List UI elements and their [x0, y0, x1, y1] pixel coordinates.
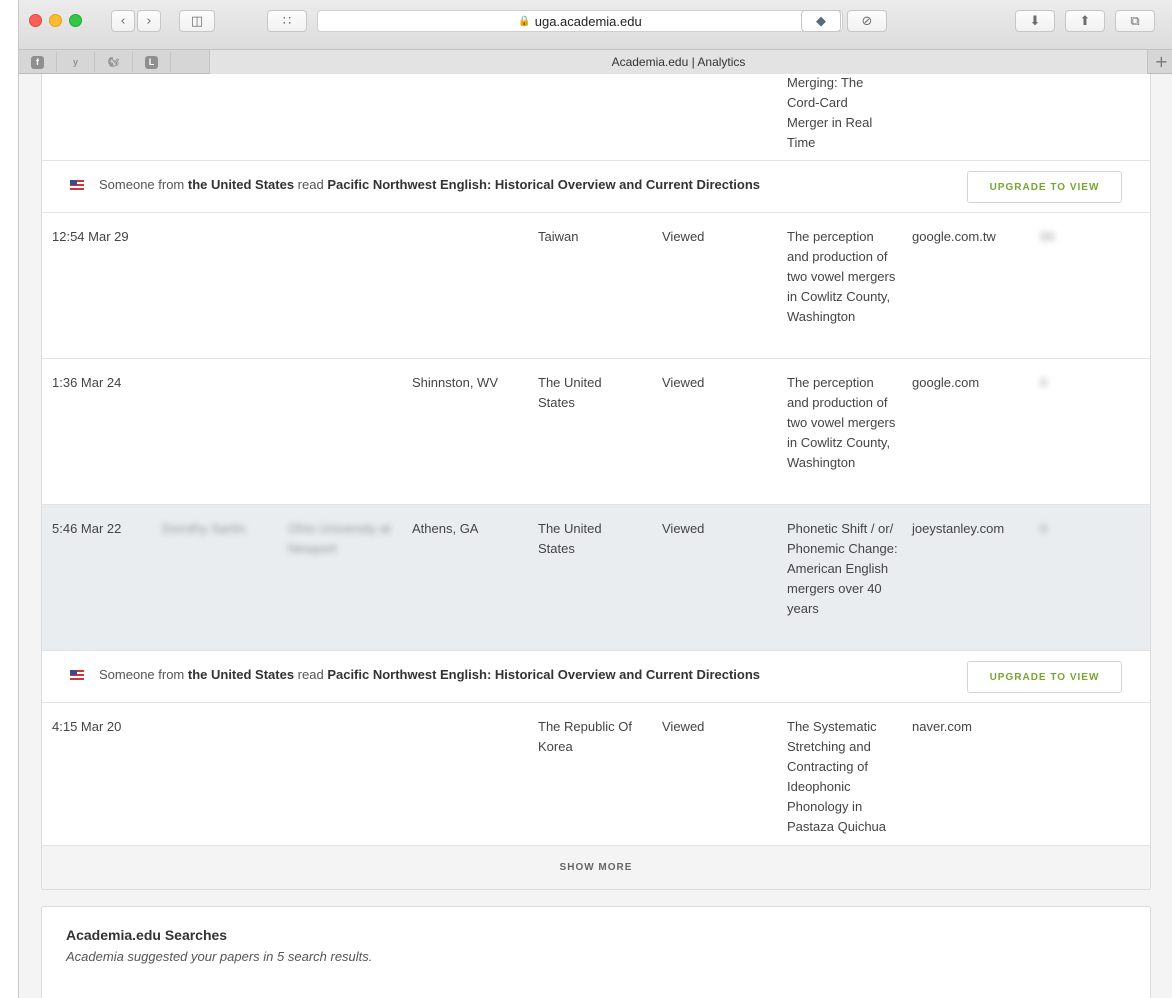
notice-mid: read	[294, 667, 328, 682]
tabs-icon: ⧉	[1130, 13, 1140, 29]
paper-title-line: Merging: The	[787, 75, 864, 90]
country-cell: The United States	[538, 521, 602, 556]
share-button[interactable]: ⬆	[1065, 10, 1105, 32]
minimize-window-button[interactable]	[49, 14, 62, 27]
tab-bar: f y 🐿 L Academia.edu | Analytics +	[19, 50, 1172, 74]
pinned-tab-github[interactable]: 🐿	[95, 52, 133, 72]
searches-title: Academia.edu Searches	[66, 927, 228, 943]
tab-title: Academia.edu | Analytics	[611, 55, 746, 69]
country-cell: Taiwan	[538, 229, 579, 244]
forward-icon: ›	[146, 13, 152, 29]
paper-title-line: Merger in Real	[787, 115, 873, 130]
notice-country: the United States	[187, 667, 295, 682]
blurred-cell: 0	[1040, 375, 1048, 390]
action-cell: Viewed	[662, 521, 705, 536]
block-icon: ⊘	[861, 13, 873, 29]
extension-button-2[interactable]: ⊘	[847, 10, 887, 32]
reader-notice: Someone from the United States read Paci…	[42, 161, 1150, 213]
notice-paper: Pacific Northwest English: Historical Ov…	[327, 177, 761, 192]
searches-card: Academia.edu Searches Academia suggested…	[41, 906, 1151, 998]
paper-title-cell[interactable]: The Systematic Stretching and Contractin…	[787, 717, 897, 837]
country-cell: The Republic Of Korea	[538, 719, 632, 754]
address-bar[interactable]: 🔒 uga.academia.edu ↻	[317, 10, 843, 32]
time-cell: 1:36 Mar 24	[52, 375, 122, 390]
blurred-cell: 0	[1040, 521, 1048, 536]
reader-name-cell: Dorothy Sartin	[162, 521, 246, 536]
top-sites-button[interactable]: ∷	[267, 10, 307, 32]
close-window-button[interactable]	[29, 14, 42, 27]
new-tab-icon[interactable]: +	[1155, 52, 1168, 71]
back-icon: ‹	[120, 13, 126, 29]
pinned-tab-facebook[interactable]: f	[19, 52, 57, 72]
searches-subtitle: Academia suggested your papers in 5 sear…	[66, 949, 373, 964]
notice-text: Someone from the United States read Paci…	[99, 667, 760, 682]
pinned-tab-l[interactable]: L	[133, 52, 171, 72]
country-cell: The United States	[538, 375, 602, 410]
twitter-icon: y	[72, 57, 78, 67]
paper-title-cell[interactable]: The perception and production of two vow…	[787, 373, 897, 473]
github-icon: 🐿	[107, 56, 120, 67]
notice-text: Someone from the United States read Paci…	[99, 177, 760, 192]
us-flag-icon	[70, 670, 84, 680]
notice-prefix: Someone from	[99, 177, 188, 192]
blurred-cell: 00	[1040, 229, 1055, 244]
upgrade-to-view-button[interactable]: UPGRADE TO VIEW	[967, 171, 1122, 203]
sidebar-icon: ◫	[190, 13, 204, 29]
zoom-window-button[interactable]	[69, 14, 82, 27]
action-cell: Viewed	[662, 229, 705, 244]
time-cell: 12:54 Mar 29	[52, 229, 129, 244]
referrer-cell: google.com	[912, 375, 980, 390]
share-icon: ⬆	[1079, 13, 1091, 29]
browser-toolbar: ‹ › ◫ ∷ 🔒 uga.academia.edu ↻ ◆ ⊘ ⬇ ⬆ ⧉	[19, 0, 1172, 50]
pinned-tab-twitter[interactable]: y	[57, 52, 95, 72]
referrer-cell: google.com.tw	[912, 229, 996, 244]
location-cell: Athens, GA	[412, 521, 479, 536]
paper-title: Merging: The Cord-Card Merger in Real Ti…	[787, 74, 897, 153]
downloads-button[interactable]: ⬇	[1015, 10, 1055, 32]
table-row: 1:36 Mar 24 Shinnston, WV The United Sta…	[42, 359, 1150, 505]
table-row: 12:54 Mar 29 Taiwan Viewed The perceptio…	[42, 213, 1150, 359]
l-icon: L	[145, 55, 158, 69]
action-cell: Viewed	[662, 719, 705, 734]
facebook-icon: f	[31, 55, 44, 69]
notice-prefix: Someone from	[99, 667, 188, 682]
show-more-button[interactable]: SHOW MORE	[42, 845, 1150, 889]
page-content: Merging: The Cord-Card Merger in Real Ti…	[19, 74, 1172, 998]
reader-org-cell: Ohio University at Newport	[288, 521, 391, 556]
back-button[interactable]: ‹	[111, 10, 135, 32]
url-text: uga.academia.edu	[534, 13, 642, 29]
referrer-cell: naver.com	[912, 719, 972, 734]
download-icon: ⬇	[1029, 13, 1041, 29]
time-cell: 5:46 Mar 22	[52, 521, 122, 536]
grid-icon: ∷	[282, 13, 292, 29]
notice-mid: read	[294, 177, 328, 192]
table-row: Merging: The Cord-Card Merger in Real Ti…	[42, 74, 1150, 161]
notice-paper: Pacific Northwest English: Historical Ov…	[327, 667, 761, 682]
sidebar-button[interactable]: ◫	[179, 10, 215, 32]
time-cell: 4:15 Mar 20	[52, 719, 122, 734]
extension-icon: ◆	[816, 13, 826, 29]
extension-button-1[interactable]: ◆	[801, 10, 841, 32]
analytics-table: Merging: The Cord-Card Merger in Real Ti…	[41, 74, 1151, 890]
table-row: 4:15 Mar 20 The Republic Of Korea Viewed…	[42, 703, 1150, 849]
show-tabs-button[interactable]: ⧉	[1115, 10, 1155, 32]
reader-notice: Someone from the United States read Paci…	[42, 651, 1150, 703]
us-flag-icon	[70, 180, 84, 190]
forward-button[interactable]: ›	[137, 10, 161, 32]
action-cell: Viewed	[662, 375, 705, 390]
paper-title-cell[interactable]: The perception and production of two vow…	[787, 227, 897, 327]
table-row: 5:46 Mar 22 Dorothy Sartin Ohio Universi…	[42, 505, 1150, 651]
tab-analytics[interactable]: Academia.edu | Analytics	[209, 50, 1148, 74]
notice-country: the United States	[187, 177, 295, 192]
location-cell: Shinnston, WV	[412, 375, 498, 390]
browser-window: ‹ › ◫ ∷ 🔒 uga.academia.edu ↻ ◆ ⊘ ⬇ ⬆ ⧉ f…	[18, 0, 1172, 998]
paper-title-line: Cord-Card	[787, 95, 848, 110]
lock-icon: 🔒	[518, 15, 531, 27]
paper-title-cell[interactable]: Phonetic Shift / or/ Phonemic Change: Am…	[787, 519, 899, 619]
paper-title-line: Time	[787, 135, 816, 150]
referrer-cell: joeystanley.com	[912, 521, 1005, 536]
upgrade-to-view-button[interactable]: UPGRADE TO VIEW	[967, 661, 1122, 693]
